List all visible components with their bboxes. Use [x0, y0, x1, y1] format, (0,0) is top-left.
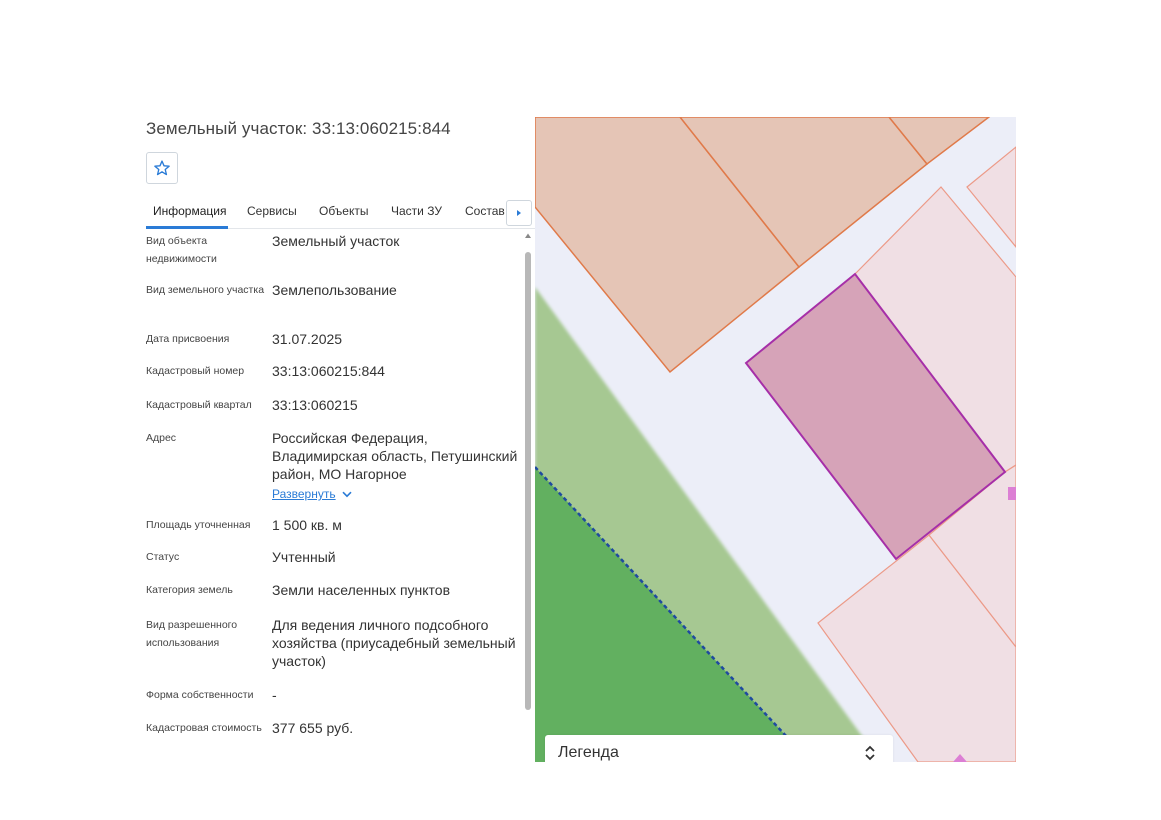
map-canvas	[535, 117, 1016, 762]
info-label: Статус	[146, 551, 180, 563]
tab-objects[interactable]: Объекты	[319, 204, 369, 218]
info-value: Учтенный	[272, 549, 336, 565]
page-bottom-area	[0, 762, 1161, 820]
info-value: 33:13:060215:844	[272, 363, 385, 379]
legend-label: Легенда	[558, 744, 619, 761]
tab-bar: Информация Сервисы Объекты Части ЗУ Сост…	[146, 198, 535, 229]
parcel-info-panel: Земельный участок: 33:13:060215:844 Инфо…	[130, 110, 535, 765]
info-value: -	[272, 687, 277, 703]
tabs-next-button[interactable]	[506, 200, 532, 226]
info-label: Кадастровый номер	[146, 365, 245, 377]
address-expand-link[interactable]: Развернуть	[272, 485, 352, 503]
map-view[interactable]	[535, 117, 1016, 762]
tab-parts[interactable]: Части ЗУ	[391, 204, 442, 218]
tab-services[interactable]: Сервисы	[247, 204, 297, 218]
info-value: 31.07.2025	[272, 331, 343, 347]
info-label: Адрес	[146, 432, 177, 444]
info-label: Кадастровый квартал	[146, 399, 252, 411]
active-tab-indicator	[146, 226, 228, 229]
info-value: 377 655 руб.	[272, 720, 354, 736]
info-value: Земельный участок	[272, 233, 400, 249]
info-value: 1 500 кв. м	[272, 517, 342, 533]
info-label: Кадастровая стоимость	[146, 722, 262, 734]
info-value: 33:13:060215	[272, 397, 358, 413]
page-title: Земельный участок: 33:13:060215:844	[146, 119, 451, 138]
scrollbar-thumb[interactable]	[525, 252, 531, 710]
address-text: Российская Федерация, Владимирская облас…	[272, 430, 518, 482]
info-label: Вид земельного участка	[146, 284, 265, 296]
info-value: Землепользование	[272, 282, 397, 298]
chevron-right-icon	[517, 210, 521, 216]
triangle-up-icon[interactable]	[524, 232, 532, 240]
favorite-button[interactable]	[146, 152, 178, 184]
info-value: Российская Федерация, Владимирская облас…	[272, 429, 522, 503]
info-value: Земли населенных пунктов	[272, 582, 451, 598]
chevron-up-down-icon[interactable]	[863, 744, 877, 762]
marker-square	[1008, 487, 1016, 500]
tab-composition[interactable]: Состав	[465, 204, 505, 218]
info-label: Вид разрешенного использования	[146, 619, 238, 649]
info-label: Площадь уточненная	[146, 519, 251, 531]
expand-label: Развернуть	[272, 487, 336, 501]
info-label: Дата присвоения	[146, 333, 230, 345]
info-label: Форма собственности	[146, 689, 254, 701]
info-label: Вид объекта недвижимости	[146, 235, 217, 265]
info-value: Для ведения личного подсобного хозяйства…	[272, 617, 516, 669]
tab-information[interactable]: Информация	[153, 204, 226, 218]
info-label: Категория земель	[146, 584, 233, 596]
star-icon	[154, 160, 170, 176]
info-list: Вид объекта недвижимости Земельный участ…	[130, 230, 525, 765]
chevron-down-icon	[342, 491, 352, 497]
